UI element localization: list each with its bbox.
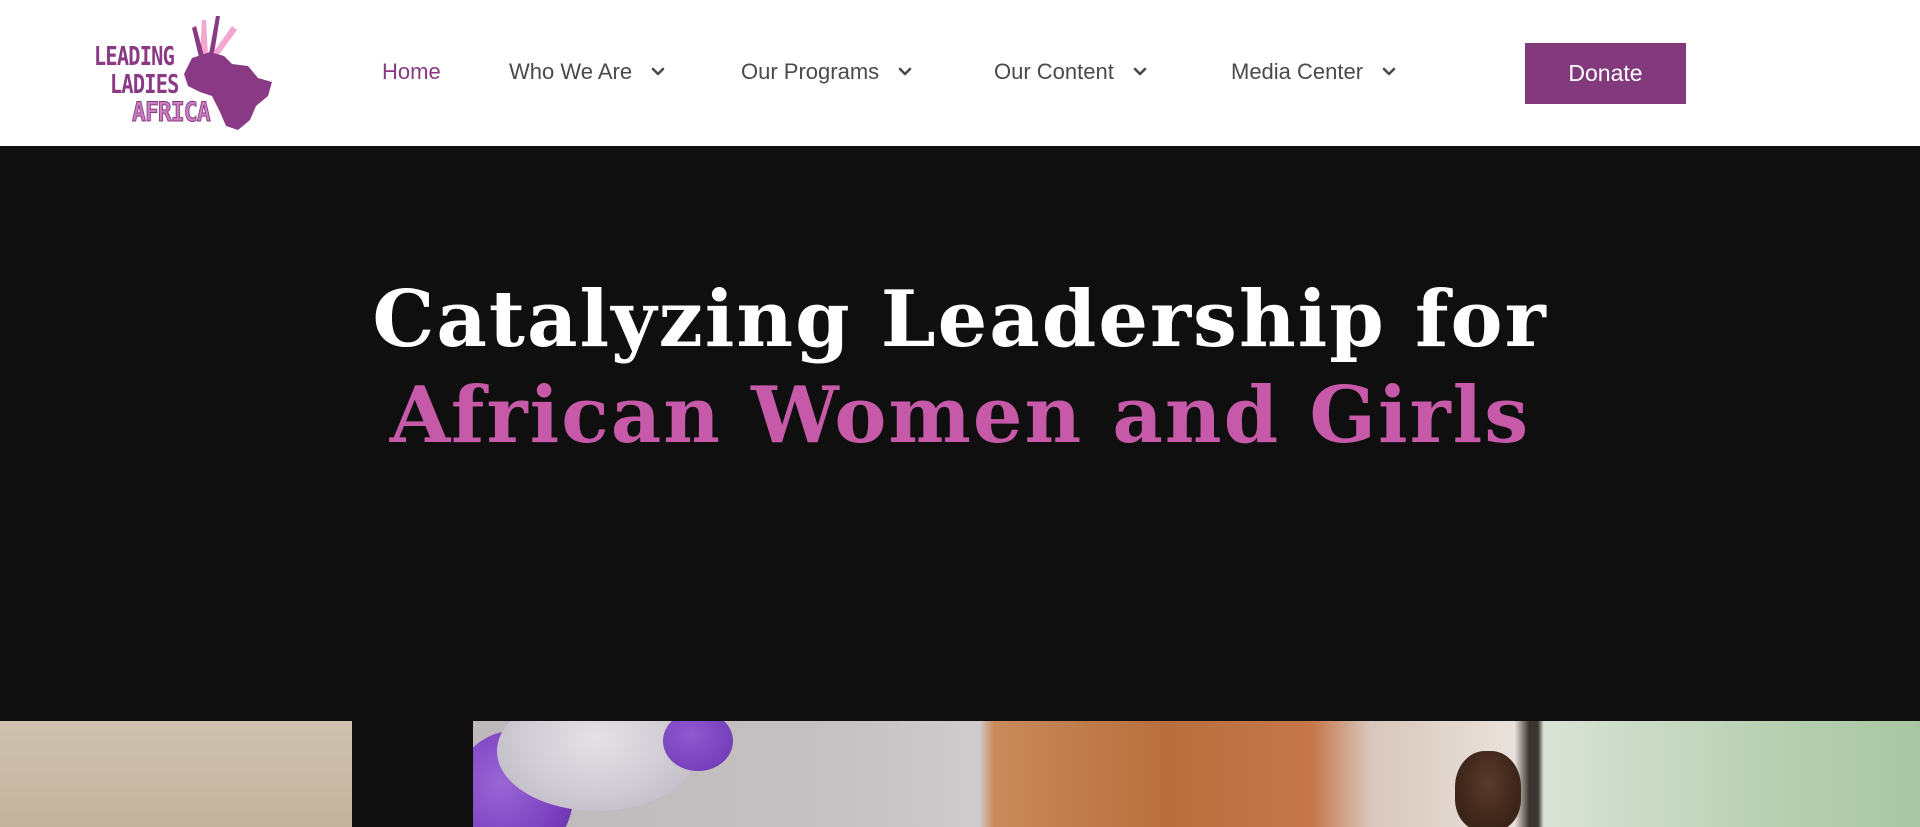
logo-text-africa: AFRICA bbox=[132, 97, 212, 128]
hero-title-line-1: Catalyzing Leadership for bbox=[372, 274, 1548, 365]
nav-item-our-content[interactable]: Our Content bbox=[994, 52, 1148, 92]
site-header: LEADING LADIES AFRICA Home Who We Are Ou… bbox=[0, 0, 1920, 146]
photo-strip bbox=[0, 721, 1920, 827]
person-image bbox=[1455, 751, 1521, 827]
chevron-down-icon bbox=[1381, 64, 1397, 80]
hero-title: Catalyzing Leadership for African Women … bbox=[0, 272, 1920, 464]
hero-photo-main bbox=[473, 721, 1920, 827]
nav-item-label: Who We Are bbox=[509, 59, 633, 84]
chevron-down-icon bbox=[650, 64, 666, 80]
nav-item-label: Home bbox=[382, 59, 441, 84]
nav-item-label: Our Content bbox=[994, 59, 1114, 84]
chevron-down-icon bbox=[1132, 64, 1148, 80]
nav-item-our-programs[interactable]: Our Programs bbox=[741, 52, 913, 92]
nav-item-label: Our Programs bbox=[741, 59, 880, 84]
chevron-down-icon bbox=[897, 64, 913, 80]
nav-item-label: Media Center bbox=[1231, 59, 1364, 84]
nav-item-media-center[interactable]: Media Center bbox=[1231, 52, 1397, 92]
donate-button[interactable]: Donate bbox=[1525, 43, 1686, 104]
nav-item-who-we-are[interactable]: Who We Are bbox=[509, 52, 666, 92]
hero-title-line-2: African Women and Girls bbox=[389, 370, 1531, 461]
nav-item-home[interactable]: Home bbox=[382, 52, 441, 92]
hero-photo-left bbox=[0, 721, 352, 827]
